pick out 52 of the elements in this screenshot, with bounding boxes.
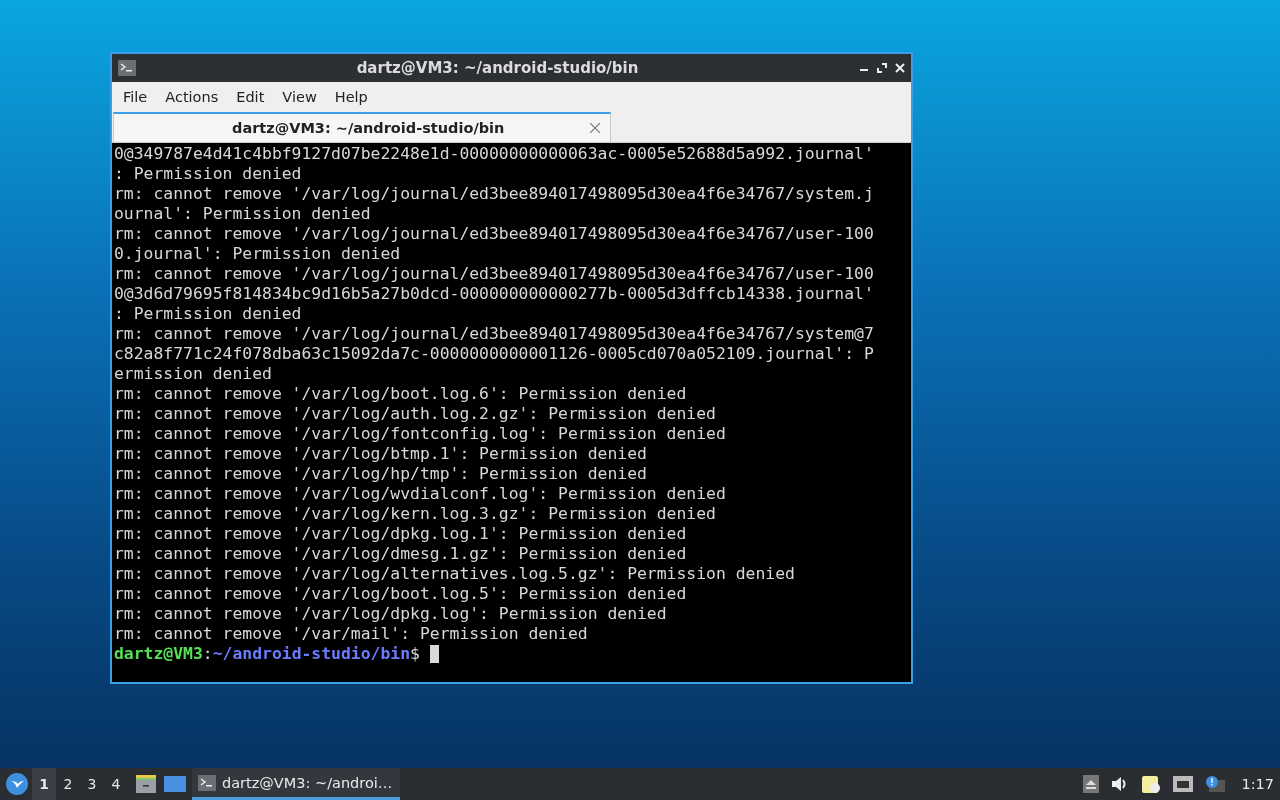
terminal-line: rm: cannot remove '/var/log/journal/ed3bee894017498095d30ea4f6e34767/system.j	[114, 184, 874, 204]
terminal-line: rm: cannot remove '/var/log/boot.log.6': Permission denied	[114, 384, 687, 404]
eject-icon[interactable]	[1083, 775, 1100, 793]
terminal-line: rm: cannot remove '/var/log/hp/tmp': Permission denied	[114, 464, 647, 484]
clock: 1:17	[1241, 776, 1274, 792]
terminal-icon	[198, 774, 216, 791]
terminal-line: rm: cannot remove '/var/log/wvdialconf.log': Permission denied	[114, 484, 726, 504]
menu-item[interactable]: Actions	[156, 89, 228, 105]
terminal-line: rm: cannot remove '/var/mail': Permission denied	[114, 624, 588, 644]
menu-item[interactable]: Help	[325, 89, 377, 105]
terminal-icon	[118, 60, 136, 76]
workspace-button[interactable]: 1	[32, 768, 56, 800]
workspace-button[interactable]: 2	[56, 768, 80, 800]
terminal-line: rm: cannot remove '/var/log/journal/ed3bee894017498095d30ea4f6e34767/system@7	[114, 324, 874, 344]
terminal-line: ournal': Permission denied	[114, 204, 371, 224]
terminal-line: rm: cannot remove '/var/log/kern.log.3.gz': Permission denied	[114, 504, 716, 524]
terminal-line: rm: cannot remove '/var/log/fontconfig.log': Permission denied	[114, 424, 726, 444]
terminal-line: rm: cannot remove '/var/log/dmesg.1.gz': Permission denied	[114, 544, 687, 564]
terminal-tab[interactable]: dartz@VM3: ~/android-studio/bin	[113, 112, 611, 142]
terminal-line: rm: cannot remove '/var/log/boot.log.5': Permission denied	[114, 584, 687, 604]
maximize-icon[interactable]	[877, 63, 887, 73]
prompt-symbol: $	[410, 644, 420, 664]
terminal-line: 0@3d6d79695f814834bc9d16b5a27b0dcd-000000000000277b-0005d3dffcb14338.journal'	[114, 284, 874, 304]
terminal-line: ermission denied	[114, 364, 272, 384]
window-title: dartz@VM3: ~/android-studio/bin	[355, 59, 640, 77]
terminal-line: rm: cannot remove '/var/log/journal/ed3bee894017498095d30ea4f6e34767/user-100	[114, 264, 874, 284]
menu-item[interactable]: File	[114, 89, 157, 105]
terminal-line: rm: cannot remove '/var/log/dpkg.log': Permission denied	[114, 604, 667, 624]
terminal-line: c82a8f771c24f078dba63c15092da7c-0000000000001126-0005cd070a052109.journal': P	[114, 344, 874, 364]
prompt-separator: :	[202, 644, 213, 664]
workspace-button[interactable]: 4	[104, 768, 128, 800]
workspace-button[interactable]: 3	[80, 768, 104, 800]
close-icon[interactable]	[895, 63, 905, 73]
terminal-line: rm: cannot remove '/var/log/btmp.1': Permission denied	[114, 444, 647, 464]
terminal-line: rm: cannot remove '/var/log/journal/ed3bee894017498095d30ea4f6e34767/user-100	[114, 224, 874, 244]
menu-item[interactable]: Edit	[227, 89, 274, 105]
terminal-line: rm: cannot remove '/var/log/dpkg.log.1': Permission denied	[114, 524, 687, 544]
terminal-line: 0.journal': Permission denied	[114, 244, 401, 264]
file-cabinet-icon[interactable]	[136, 775, 156, 793]
terminal-line: 0@349787e4d41c4bbf9127d07be2248e1d-00000000000063ac-0005e52688d5a992.journal'	[114, 144, 874, 164]
prompt-user: dartz@VM3	[114, 644, 203, 664]
terminal-line: rm: cannot remove '/var/log/auth.log.2.gz': Permission denied	[114, 404, 716, 424]
prompt-path: ~/android-studio/bin	[212, 644, 411, 664]
menu-item[interactable]: View	[273, 89, 326, 105]
terminal-line: : Permission denied	[114, 164, 302, 184]
terminal-line: : Permission denied	[114, 304, 302, 324]
cursor	[429, 645, 439, 663]
network-icon[interactable]	[1173, 776, 1194, 792]
notification-icon[interactable]	[1205, 775, 1226, 793]
terminal-line: rm: cannot remove '/var/log/alternatives.log.5.gz': Permission denied	[114, 564, 795, 584]
close-tab-icon[interactable]	[590, 123, 600, 133]
taskbar-window-button[interactable]: dartz@VM3: ~/androi…	[192, 768, 401, 800]
